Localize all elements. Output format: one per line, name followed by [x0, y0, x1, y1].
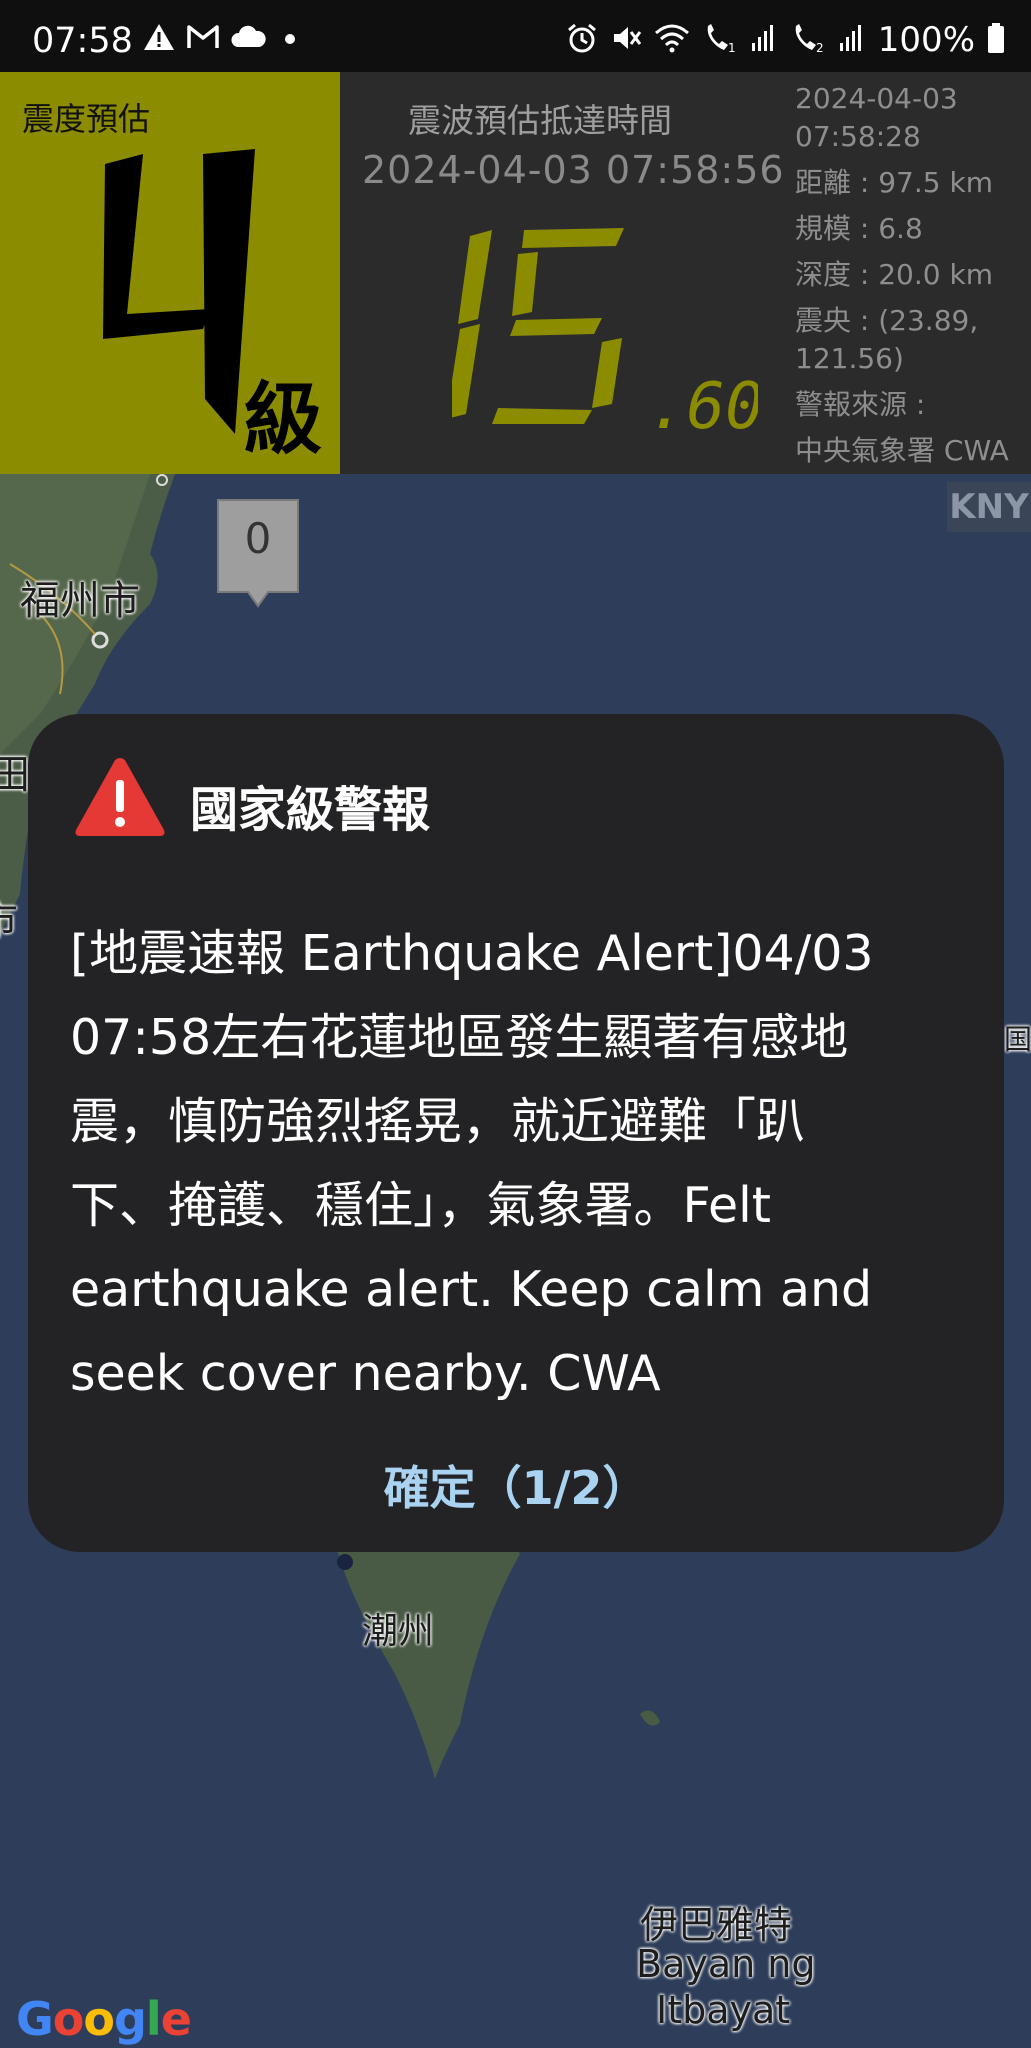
- quake-info: 2024-04-03 07:58:28 距離 : 97.5 km 規模 : 6.…: [795, 80, 1009, 470]
- wifi-call-1-icon: 1: [702, 22, 738, 58]
- status-bar: 07:58 1 2 100%: [0, 0, 1031, 72]
- gmail-icon: [186, 24, 220, 54]
- notification-icons: [142, 22, 300, 56]
- intensity-digit: 4: [85, 144, 255, 434]
- quake-date: 2024-04-03: [795, 82, 958, 115]
- countdown-decimal: .60: [648, 370, 764, 444]
- intensity-unit: 級: [244, 375, 323, 465]
- quake-depth: 深度 : 20.0 km: [795, 258, 993, 291]
- map-label-bayan: Bayan ng: [636, 1942, 816, 1986]
- quake-magnitude: 規模 : 6.8: [795, 212, 923, 245]
- quake-time: 07:58:28: [795, 120, 921, 153]
- quake-epicenter-cont: 121.56): [795, 342, 904, 375]
- svg-text:.60: .60: [648, 372, 758, 432]
- quake-distance: 距離 : 97.5 km: [795, 166, 993, 199]
- map-label-partial-left-2: 市: [0, 888, 18, 946]
- svg-text:4: 4: [85, 144, 86, 146]
- mute-icon: [610, 22, 642, 58]
- map-label-partial-right: 国: [1004, 1023, 1031, 1056]
- cloud-icon: [230, 25, 266, 53]
- signal-1-icon: [750, 23, 778, 57]
- map-marker[interactable]: 0: [214, 498, 302, 608]
- map-label-itbayat: Itbayat: [656, 1988, 791, 2032]
- dot-icon: [276, 25, 300, 53]
- battery-percent: 100%: [877, 20, 975, 60]
- map-label-fuzhou: 福州市: [20, 578, 140, 624]
- wifi-icon: [654, 23, 690, 57]
- signal-2-icon: [838, 23, 866, 57]
- map-label-ivatan: 伊巴雅特: [640, 1903, 793, 1947]
- system-icons: 1 2 100%: [566, 22, 1005, 58]
- alert-source-label: 警報來源 :: [795, 388, 926, 421]
- intensity-label: 震度預估: [22, 100, 151, 138]
- svg-text:15: 15: [452, 224, 454, 226]
- arrival-title: 震波預估抵達時間: [408, 101, 672, 140]
- warning-triangle-icon: [72, 754, 168, 844]
- alert-source-value: 中央氣象署 CWA: [795, 434, 1009, 467]
- arrival-time: 2024-04-03 07:58:56: [362, 148, 785, 192]
- alert-dialog: 國家級警報 [地震速報 Earthquake Alert]04/03 07:58…: [28, 714, 1004, 1552]
- wifi-call-2-icon: 2: [790, 22, 826, 58]
- intensity-box: 震度預估 4 級: [0, 72, 340, 474]
- confirm-button[interactable]: 確定（1/2）: [28, 1452, 1004, 1518]
- alarm-icon: [566, 22, 598, 58]
- status-time: 07:58: [32, 21, 133, 61]
- eew-header-panel: 震度預估 4 級 震波預估抵達時間 2024-04-03 07:58:56 15…: [0, 72, 1031, 474]
- dialog-title: 國家級警報: [190, 782, 431, 838]
- map-label-partial-left-1: 田: [0, 752, 30, 798]
- map-label-kny: KNY: [947, 482, 1031, 532]
- svg-text:2: 2: [816, 41, 824, 54]
- dialog-message: [地震速報 Earthquake Alert]04/03 07:58左右花蓮地區…: [70, 925, 874, 1402]
- marker-count: 0: [244, 514, 272, 563]
- svg-text:1: 1: [728, 41, 736, 54]
- quake-epicenter: 震央 : (23.89,: [795, 304, 979, 337]
- countdown-seconds: 15: [452, 224, 624, 424]
- map-label-chaozhou: 潮州: [362, 1611, 435, 1652]
- warning-icon: [142, 22, 176, 56]
- battery-icon: [987, 22, 1005, 58]
- google-logo: Google: [16, 1992, 192, 2046]
